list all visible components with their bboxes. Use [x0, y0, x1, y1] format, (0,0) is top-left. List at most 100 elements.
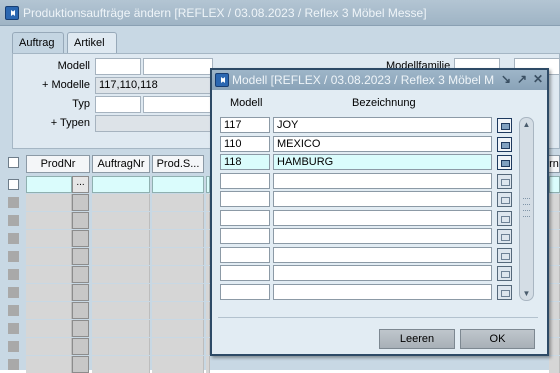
grid-cell[interactable]: [549, 230, 560, 247]
title-bar[interactable]: Produktionsaufträge ändern [REFLEX / 03.…: [0, 0, 560, 26]
grid-cell[interactable]: [549, 302, 560, 319]
grid-cell[interactable]: [152, 356, 204, 373]
pick-calendar-icon[interactable]: [497, 173, 512, 189]
grid-cell[interactable]: [152, 320, 204, 337]
pick-calendar-icon[interactable]: [497, 284, 512, 300]
grid-cell[interactable]: [152, 230, 204, 247]
scroll-down-icon[interactable]: ▼: [521, 288, 532, 299]
grid-cell[interactable]: [26, 284, 72, 301]
grid-cell[interactable]: [26, 176, 72, 193]
row-checkbox[interactable]: [8, 269, 19, 280]
row-checkbox[interactable]: [8, 305, 19, 316]
grid-cell[interactable]: [152, 194, 204, 211]
grid-cell[interactable]: [549, 248, 560, 265]
select-all-checkbox[interactable]: [8, 157, 19, 168]
modell-input[interactable]: [95, 58, 141, 75]
lookup-button[interactable]: [72, 320, 89, 337]
grid-cell[interactable]: [26, 248, 72, 265]
bezeichnung-cell[interactable]: HAMBURG: [273, 154, 492, 170]
row-checkbox[interactable]: [8, 323, 19, 334]
grid-cell[interactable]: [549, 356, 560, 373]
grid-cell[interactable]: [549, 194, 560, 211]
row-checkbox[interactable]: [8, 251, 19, 262]
pick-calendar-icon[interactable]: [497, 210, 512, 226]
modell-cell[interactable]: [220, 172, 270, 189]
bezeichnung-cell[interactable]: [273, 191, 492, 207]
row-checkbox[interactable]: [8, 341, 19, 352]
row-checkbox[interactable]: [8, 197, 19, 208]
grid-cell[interactable]: [26, 266, 72, 283]
typen-input[interactable]: [95, 115, 213, 132]
scroll-up-icon[interactable]: ▲: [521, 119, 532, 130]
bezeichnung-cell[interactable]: MEXICO: [273, 135, 492, 152]
close-icon[interactable]: ✕: [531, 72, 545, 87]
scroll-grip-icon[interactable]: [523, 210, 530, 212]
lookup-button[interactable]: [72, 302, 89, 319]
grid-cell[interactable]: [92, 194, 150, 211]
grid-cell[interactable]: [549, 266, 560, 283]
grid-cell[interactable]: [26, 356, 72, 373]
modell-cell[interactable]: [220, 283, 270, 300]
lookup-button[interactable]: [72, 230, 89, 247]
lookup-button[interactable]: ...: [72, 176, 89, 193]
lookup-button[interactable]: [72, 266, 89, 283]
grid-cell[interactable]: [152, 176, 204, 193]
grid-cell[interactable]: [549, 176, 560, 193]
grid-cell[interactable]: [152, 248, 204, 265]
grid-cell[interactable]: [549, 338, 560, 355]
row-checkbox[interactable]: [8, 287, 19, 298]
grid-cell[interactable]: [549, 284, 560, 301]
pick-calendar-icon[interactable]: [497, 136, 512, 152]
lookup-button[interactable]: [72, 284, 89, 301]
modell-cell[interactable]: [220, 246, 270, 263]
lookup-button[interactable]: [72, 194, 89, 211]
pick-calendar-icon[interactable]: [497, 229, 512, 244]
lookup-button[interactable]: [72, 338, 89, 355]
scroll-grip-icon[interactable]: [523, 198, 530, 200]
grid-cell[interactable]: [92, 302, 150, 319]
bezeichnung-cell[interactable]: [273, 209, 492, 226]
pick-calendar-icon[interactable]: [497, 192, 512, 207]
row-checkbox[interactable]: [8, 179, 19, 190]
maximize-icon[interactable]: ↗: [515, 72, 529, 87]
bezeichnung-cell[interactable]: [273, 172, 492, 189]
grid-cell[interactable]: [92, 284, 150, 301]
grid-cell[interactable]: [92, 248, 150, 265]
row-checkbox[interactable]: [8, 215, 19, 226]
tab-auftrag[interactable]: Auftrag: [12, 32, 64, 54]
modell-cell[interactable]: [220, 265, 270, 281]
modell-cell[interactable]: 110: [220, 135, 270, 152]
grid-cell[interactable]: [549, 212, 560, 229]
column-header-prod-s[interactable]: Prod.S...: [152, 155, 204, 173]
modell-cell[interactable]: [220, 228, 270, 244]
grid-cell[interactable]: [152, 266, 204, 283]
ok-button[interactable]: OK: [460, 329, 535, 349]
row-checkbox[interactable]: [8, 359, 19, 370]
grid-cell[interactable]: [92, 338, 150, 355]
grid-cell[interactable]: [152, 284, 204, 301]
grid-cell[interactable]: [26, 338, 72, 355]
grid-cell[interactable]: [92, 266, 150, 283]
scroll-grip-icon[interactable]: [523, 216, 530, 218]
minimize-icon[interactable]: ↘: [499, 72, 513, 87]
grid-cell[interactable]: [152, 302, 204, 319]
grid-cell[interactable]: [92, 212, 150, 229]
pick-calendar-icon[interactable]: [497, 118, 512, 133]
grid-cell[interactable]: [26, 302, 72, 319]
grid-cell[interactable]: [26, 212, 72, 229]
grid-cell[interactable]: [26, 230, 72, 247]
modell-cell[interactable]: 118: [220, 154, 270, 170]
grid-cell[interactable]: [206, 356, 210, 373]
modell-cell[interactable]: 117: [220, 117, 270, 133]
grid-cell[interactable]: [26, 320, 72, 337]
modell-cell[interactable]: [220, 191, 270, 207]
typ-input[interactable]: [95, 96, 141, 113]
column-header-auftragnr[interactable]: AuftragNr: [92, 155, 150, 173]
bezeichnung-cell[interactable]: [273, 265, 492, 281]
grid-cell[interactable]: [92, 356, 150, 373]
pick-calendar-icon[interactable]: [497, 266, 512, 281]
dialog-scrollbar[interactable]: ▲ ▼: [519, 117, 534, 301]
tab-artikel[interactable]: Artikel: [67, 32, 117, 54]
lookup-button[interactable]: [72, 212, 89, 229]
grid-cell[interactable]: [92, 176, 150, 193]
